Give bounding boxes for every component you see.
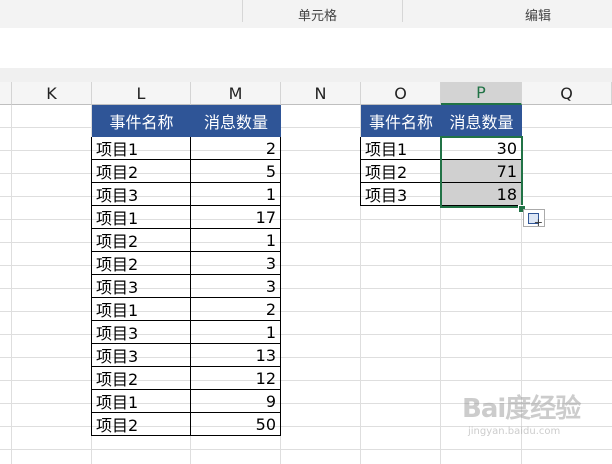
column-header-m[interactable]: M (191, 82, 281, 105)
table1-cell-count[interactable]: 50 (191, 413, 281, 436)
table1-header-count[interactable]: 消息数量 (191, 105, 281, 137)
watermark-url: jingyan.baidu.com (468, 426, 561, 437)
table1-cell-count[interactable]: 3 (191, 252, 281, 275)
formula-bar[interactable] (0, 28, 612, 69)
column-header-partial[interactable] (0, 82, 12, 105)
table1-cell-name[interactable]: 项目3 (92, 275, 191, 298)
table1-cell-name[interactable]: 项目2 (92, 413, 191, 436)
table2-header-count[interactable]: 消息数量 (441, 105, 522, 137)
column-header-n[interactable]: N (281, 82, 361, 105)
column-header-o[interactable]: O (361, 82, 441, 105)
table1-cell-name[interactable]: 项目1 (92, 390, 191, 413)
table1-cell-name[interactable]: 项目2 (92, 229, 191, 252)
table2-header-name[interactable]: 事件名称 (361, 105, 441, 137)
table1-cell-count[interactable]: 2 (191, 137, 281, 160)
column-header-p[interactable]: P (441, 82, 522, 105)
table1-cell-count[interactable]: 17 (191, 206, 281, 229)
ribbon-separator (242, 0, 243, 22)
toolbar-gap (0, 68, 612, 83)
table1-cell-name[interactable]: 项目3 (92, 183, 191, 206)
column-header-q[interactable]: Q (522, 82, 612, 105)
plus-icon: + (533, 216, 543, 229)
table1-cell-count[interactable]: 2 (191, 298, 281, 321)
ribbon-bar: 单元格 编辑 (0, 0, 612, 29)
table1-cell-count[interactable]: 12 (191, 367, 281, 390)
table1-cell-count[interactable]: 3 (191, 275, 281, 298)
table2-cell-name[interactable]: 项目3 (361, 183, 441, 206)
table1-cell-name[interactable]: 项目2 (92, 367, 191, 390)
table1-cell-name[interactable]: 项目2 (92, 160, 191, 183)
table1-cell-count[interactable]: 1 (191, 229, 281, 252)
table2-cell-count[interactable]: 30 (441, 137, 522, 160)
table1-cell-name[interactable]: 项目2 (92, 252, 191, 275)
paste-options-icon[interactable]: + (523, 209, 545, 229)
table1-cell-count[interactable]: 9 (191, 390, 281, 413)
column-header-k[interactable]: K (12, 82, 92, 105)
table1-header-name[interactable]: 事件名称 (92, 105, 191, 137)
table1-cell-name[interactable]: 项目1 (92, 298, 191, 321)
column-header-l[interactable]: L (92, 82, 191, 105)
table1-cell-count[interactable]: 13 (191, 344, 281, 367)
table2-cell-name[interactable]: 项目1 (361, 137, 441, 160)
table1-cell-name[interactable]: 项目1 (92, 137, 191, 160)
table2-cell-count[interactable]: 71 (441, 160, 522, 183)
table1-cell-name[interactable]: 项目3 (92, 321, 191, 344)
table1-cell-count[interactable]: 5 (191, 160, 281, 183)
table2-cell-name[interactable]: 项目2 (361, 160, 441, 183)
table1-cell-count[interactable]: 1 (191, 183, 281, 206)
grid-column-line (11, 105, 12, 464)
table2-cell-count[interactable]: 18 (441, 183, 522, 206)
watermark-logo: Bai度经验 (462, 394, 581, 424)
table1-cell-count[interactable]: 1 (191, 321, 281, 344)
ribbon-separator (402, 0, 403, 22)
ribbon-group-cells[interactable]: 单元格 (298, 5, 337, 24)
table1-cell-name[interactable]: 项目1 (92, 206, 191, 229)
baidu-jingyan-watermark: Bai度经验 jingyan.baidu.com (462, 388, 602, 458)
ribbon-group-edit[interactable]: 编辑 (525, 5, 551, 24)
table1-cell-name[interactable]: 项目3 (92, 344, 191, 367)
